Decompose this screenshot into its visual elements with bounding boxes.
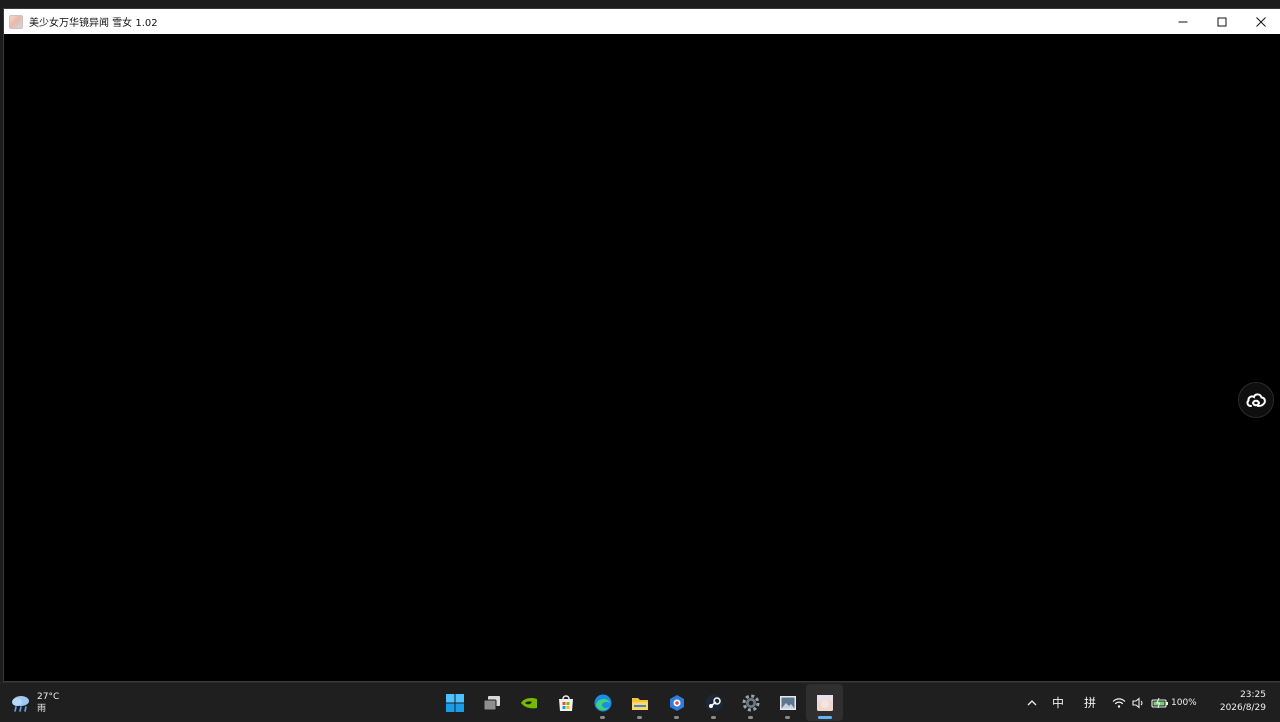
running-indicator — [637, 716, 642, 719]
taskbar: 27°C 雨 中 拼 100% 23:25 2026/8/29 — [0, 682, 1280, 721]
window-title: 美少女万华镜异闻 雪女 1.02 — [29, 18, 158, 29]
clock[interactable]: 23:25 2026/8/29 — [1220, 689, 1266, 715]
cloud-sync-icon — [1246, 393, 1266, 407]
file-explorer-icon — [631, 697, 648, 710]
window-controls — [1163, 9, 1280, 34]
blue-app-button[interactable] — [658, 684, 695, 721]
running-indicator — [674, 716, 679, 719]
cloud-sync-button[interactable] — [1238, 382, 1274, 418]
active-indicator — [817, 716, 832, 719]
task-view-button[interactable] — [473, 684, 510, 721]
running-indicator — [600, 716, 605, 719]
show-hidden-icons-button[interactable] — [1026, 697, 1038, 709]
blue-app-icon — [669, 694, 684, 711]
microsoft-store-icon — [558, 694, 573, 711]
desktop: 美少女万华镜异闻 雪女 1.02 27°C 雨 中 拼 100% 23:25 2… — [0, 0, 1280, 721]
close-icon — [1255, 16, 1266, 27]
weather-temperature: 27°C — [37, 692, 60, 702]
volume-icon — [1132, 696, 1143, 709]
steam-icon — [705, 694, 722, 711]
image-viewer-icon — [779, 695, 796, 710]
chevron-up-icon — [1027, 699, 1037, 705]
weather-condition: 雨 — [37, 704, 47, 714]
settings-gear-icon — [742, 694, 759, 711]
edge-browser-icon — [594, 694, 611, 711]
system-tray: 中 拼 100% — [1026, 683, 1197, 722]
microsoft-store-button[interactable] — [547, 684, 584, 721]
game-canvas[interactable] — [4, 34, 1280, 681]
clock-date: 2026/8/29 — [1219, 703, 1266, 713]
maximize-icon — [1217, 17, 1226, 26]
running-indicator — [748, 716, 753, 719]
ime-pinyin-indicator[interactable]: 拼 — [1082, 694, 1098, 711]
game-app-icon — [816, 694, 833, 711]
file-explorer-button[interactable] — [621, 684, 658, 721]
quick-settings-button[interactable]: 100% — [1112, 696, 1197, 709]
weather-widget[interactable]: 27°C 雨 — [10, 688, 59, 718]
task-view-icon — [483, 695, 500, 710]
battery-charging-icon — [1151, 697, 1168, 708]
minimize-button[interactable] — [1163, 9, 1202, 34]
app-icon — [9, 14, 23, 29]
ime-mode-indicator[interactable]: 中 — [1050, 694, 1066, 711]
wifi-icon — [1112, 697, 1126, 708]
windows-start-icon — [445, 693, 464, 712]
weather-text: 27°C 雨 — [37, 691, 59, 715]
battery-percentage: 100% — [1171, 697, 1197, 708]
app-window: 美少女万华镜异闻 雪女 1.02 — [3, 8, 1280, 682]
game-app-button[interactable] — [806, 684, 843, 721]
steam-button[interactable] — [695, 684, 732, 721]
edge-browser-button[interactable] — [584, 684, 621, 721]
clock-time: 23:25 — [1240, 690, 1266, 700]
settings-button[interactable] — [732, 684, 769, 721]
pinned-apps — [436, 683, 843, 722]
nvidia-icon — [520, 697, 537, 708]
maximize-button[interactable] — [1202, 9, 1241, 34]
running-indicator — [785, 716, 790, 719]
nvidia-app-button[interactable] — [510, 684, 547, 721]
running-indicator — [711, 716, 716, 719]
title-bar[interactable]: 美少女万华镜异闻 雪女 1.02 — [4, 9, 1280, 34]
minimize-icon — [1178, 21, 1187, 22]
image-viewer-button[interactable] — [769, 684, 806, 721]
close-button[interactable] — [1241, 9, 1280, 34]
start-button[interactable] — [436, 684, 473, 721]
rain-cloud-icon — [12, 696, 29, 712]
